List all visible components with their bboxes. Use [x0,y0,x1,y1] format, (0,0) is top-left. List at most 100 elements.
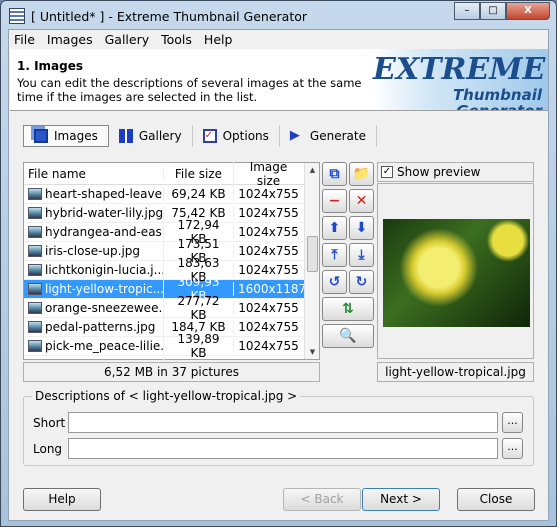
preview-pane [377,183,534,359]
tab-images[interactable]: Images [23,125,109,147]
app-window: [ Untitled* ] - Extreme Thumbnail Genera… [0,0,557,527]
logo-line2: Thumbnail Generator [452,86,542,111]
rotate-right-button[interactable]: ↻ [349,270,374,294]
file-name: pick-me_peace-lilie... [45,339,163,353]
column-image-size[interactable]: Image size [233,159,303,188]
image-file-icon [28,283,42,295]
move-bottom-button[interactable]: ⤓ [349,243,374,267]
table-row[interactable]: heart-shaped-leave... 69,24 KB 1024x755 [24,185,319,204]
image-size-cell: 1600x1187 [233,282,306,296]
rotate-left-icon: ↺ [328,274,341,290]
delete-icon: ✕ [355,193,368,209]
move-down-button[interactable]: ⬇ [349,216,374,240]
show-preview-label: Show preview [397,165,481,179]
menu-file[interactable]: File [14,32,35,47]
descriptions-group: Descriptions of < light-yellow-tropical.… [23,389,534,466]
move-up-icon: ⬆ [328,220,341,236]
column-file-name[interactable]: File name [24,167,163,181]
step-description: You can edit the descriptions of several… [17,76,362,104]
table-row[interactable]: pick-me_peace-lilie... 139,89 KB 1024x755 [24,332,319,360]
gallery-grid-icon [118,129,133,143]
maximize-button[interactable]: □ [480,2,506,20]
short-browse-button[interactable]: ... [502,412,523,433]
menu-tools[interactable]: Tools [161,32,192,47]
show-preview-checkbox[interactable]: ✓ Show preview [377,162,534,182]
next-button[interactable]: Next > [362,488,440,511]
move-top-button[interactable]: ⤒ [322,243,347,267]
file-name: light-yellow-tropic... [45,282,163,296]
file-name: lichtkonigin-lucia.j... [45,263,163,277]
image-file-icon [28,302,42,314]
tab-label: Images [54,129,98,143]
tab-generate[interactable]: ▶ Generate [280,125,377,147]
file-name: hybrid-water-lily.jpg [45,206,163,220]
table-row[interactable]: orange-sneezewee... 277,72 KB 1024x755 [24,294,319,322]
file-name-cell: iris-close-up.jpg [24,244,163,258]
rotate-left-button[interactable]: ↺ [322,270,347,294]
back-button[interactable]: < Back [283,488,361,511]
file-name-cell: pick-me_peace-lilie... [24,339,163,353]
app-icon [9,8,25,24]
move-up-button[interactable]: ⬆ [322,216,347,240]
image-list[interactable]: File name File size Image size heart-sha… [23,159,320,360]
preview-image [383,219,530,327]
step-tabs: Images Gallery ✓ Options ▶ Generate [23,124,377,148]
image-file-icon [28,188,42,200]
move-down-icon: ⬇ [355,220,368,236]
tab-gallery[interactable]: Gallery [109,125,193,147]
tab-options[interactable]: ✓ Options [193,125,280,147]
image-file-icon [28,226,42,238]
minimize-button[interactable]: – [454,2,480,20]
rotate-right-icon: ↻ [355,274,368,290]
checkbox-checked-icon: ✓ [381,166,393,178]
image-size-cell: 1024x755 [233,244,303,258]
sort-button[interactable]: ⇅ [322,297,374,321]
step-header: 1. Images You can edit the descriptions … [10,49,548,111]
move-bottom-icon: ⤓ [358,247,365,263]
view-zoom-icon: 🔍 [339,328,357,344]
view-zoom-button[interactable]: 🔍 [322,324,374,348]
long-description-input[interactable] [68,438,498,459]
remove-button[interactable]: − [322,189,347,213]
close-window-button[interactable]: X [506,2,550,20]
image-size-cell: 1024x755 [233,339,303,353]
column-file-size[interactable]: File size [163,166,233,181]
long-browse-button[interactable]: ... [502,438,523,459]
window-title: [ Untitled* ] - Extreme Thumbnail Genera… [31,8,308,24]
list-header: File name File size Image size [24,159,319,188]
file-name: heart-shaped-leave... [45,187,163,201]
remove-icon: − [328,193,341,209]
menu-help[interactable]: Help [204,32,233,47]
list-status: 6,52 MB in 37 pictures [23,362,320,382]
image-size-cell: 1024x755 [233,263,303,277]
image-file-icon [28,207,42,219]
file-name: pedal-patterns.jpg [45,320,156,334]
preview-filename: light-yellow-tropical.jpg [377,362,534,382]
file-name: orange-sneezewee... [45,301,163,315]
file-name-cell: hybrid-water-lily.jpg [24,206,163,220]
add-folder-button[interactable]: 📁 [349,162,374,186]
close-button[interactable]: Close [457,488,535,511]
short-description-input[interactable] [68,412,498,433]
scroll-thumb[interactable] [307,236,318,272]
image-file-icon [28,321,42,333]
tab-label: Gallery [138,129,182,143]
scroll-up-arrow[interactable]: ▲ [305,166,320,174]
help-button[interactable]: Help [23,488,101,511]
file-name: iris-close-up.jpg [45,244,141,258]
scroll-down-arrow[interactable]: ▼ [305,348,320,356]
logo: EXTREME Thumbnail Generator [373,49,548,111]
menu-images[interactable]: Images [47,32,93,47]
options-checkbox-icon: ✓ [202,129,217,143]
add-images-button[interactable]: ⧉ [322,162,347,186]
file-size-cell: 277,72 KB [163,294,233,322]
delete-button[interactable]: ✕ [349,189,374,213]
file-size-cell: 139,89 KB [163,332,233,360]
file-size-cell: 69,24 KB [163,187,233,201]
descriptions-legend: Descriptions of < light-yellow-tropical.… [32,389,301,403]
menu-bar: File Images Gallery Tools Help [9,30,548,48]
list-scrollbar[interactable]: ▲ ▼ [304,163,319,359]
image-size-cell: 1024x755 [233,301,303,315]
add-images-icon: ⧉ [329,166,340,182]
menu-gallery[interactable]: Gallery [105,32,150,47]
